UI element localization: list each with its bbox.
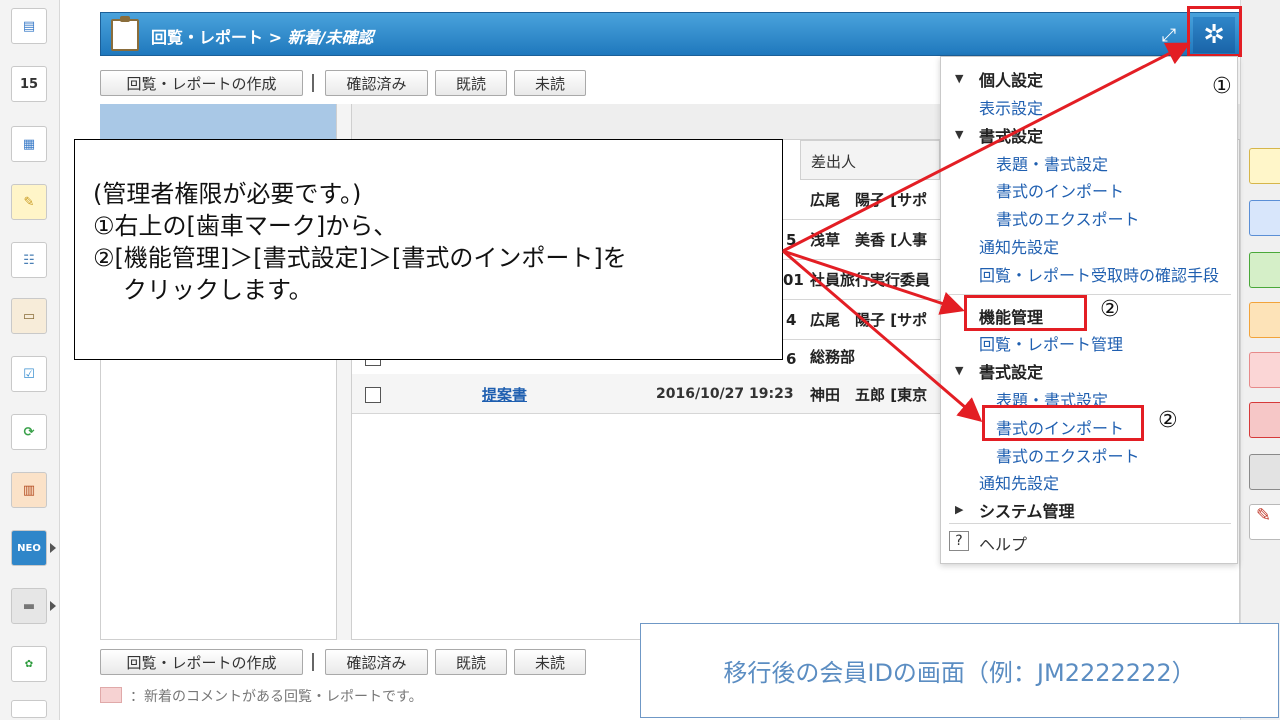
mark-confirmed-button-bottom[interactable]: 確認済み [325, 649, 428, 675]
create-report-button-bottom[interactable]: 回覧・レポートの作成 [100, 649, 303, 675]
new-comment-swatch [100, 687, 122, 703]
toolbar-divider-bottom [312, 653, 314, 671]
mark-read-button-bottom[interactable]: 既読 [435, 649, 507, 675]
arrow-to-format-import [782, 249, 983, 422]
screen: ▤ 15 ▦ ✎ ☷ ▭ ☑ ⟳ ▥ NEO ▬ ✿ ✎ 回覧・レポート > 新… [0, 0, 1280, 720]
arrow-to-gear [782, 42, 1191, 253]
arrow-to-function-management [782, 249, 965, 315]
pointer-arrows [782, 42, 1191, 422]
mark-unread-button-bottom[interactable]: 未読 [514, 649, 586, 675]
new-comment-legend: ：新着のコメントがある回覧・レポートです。 [130, 689, 423, 705]
member-id-note: 移行後の会員IDの画面（例：JM2222222） [640, 623, 1279, 718]
